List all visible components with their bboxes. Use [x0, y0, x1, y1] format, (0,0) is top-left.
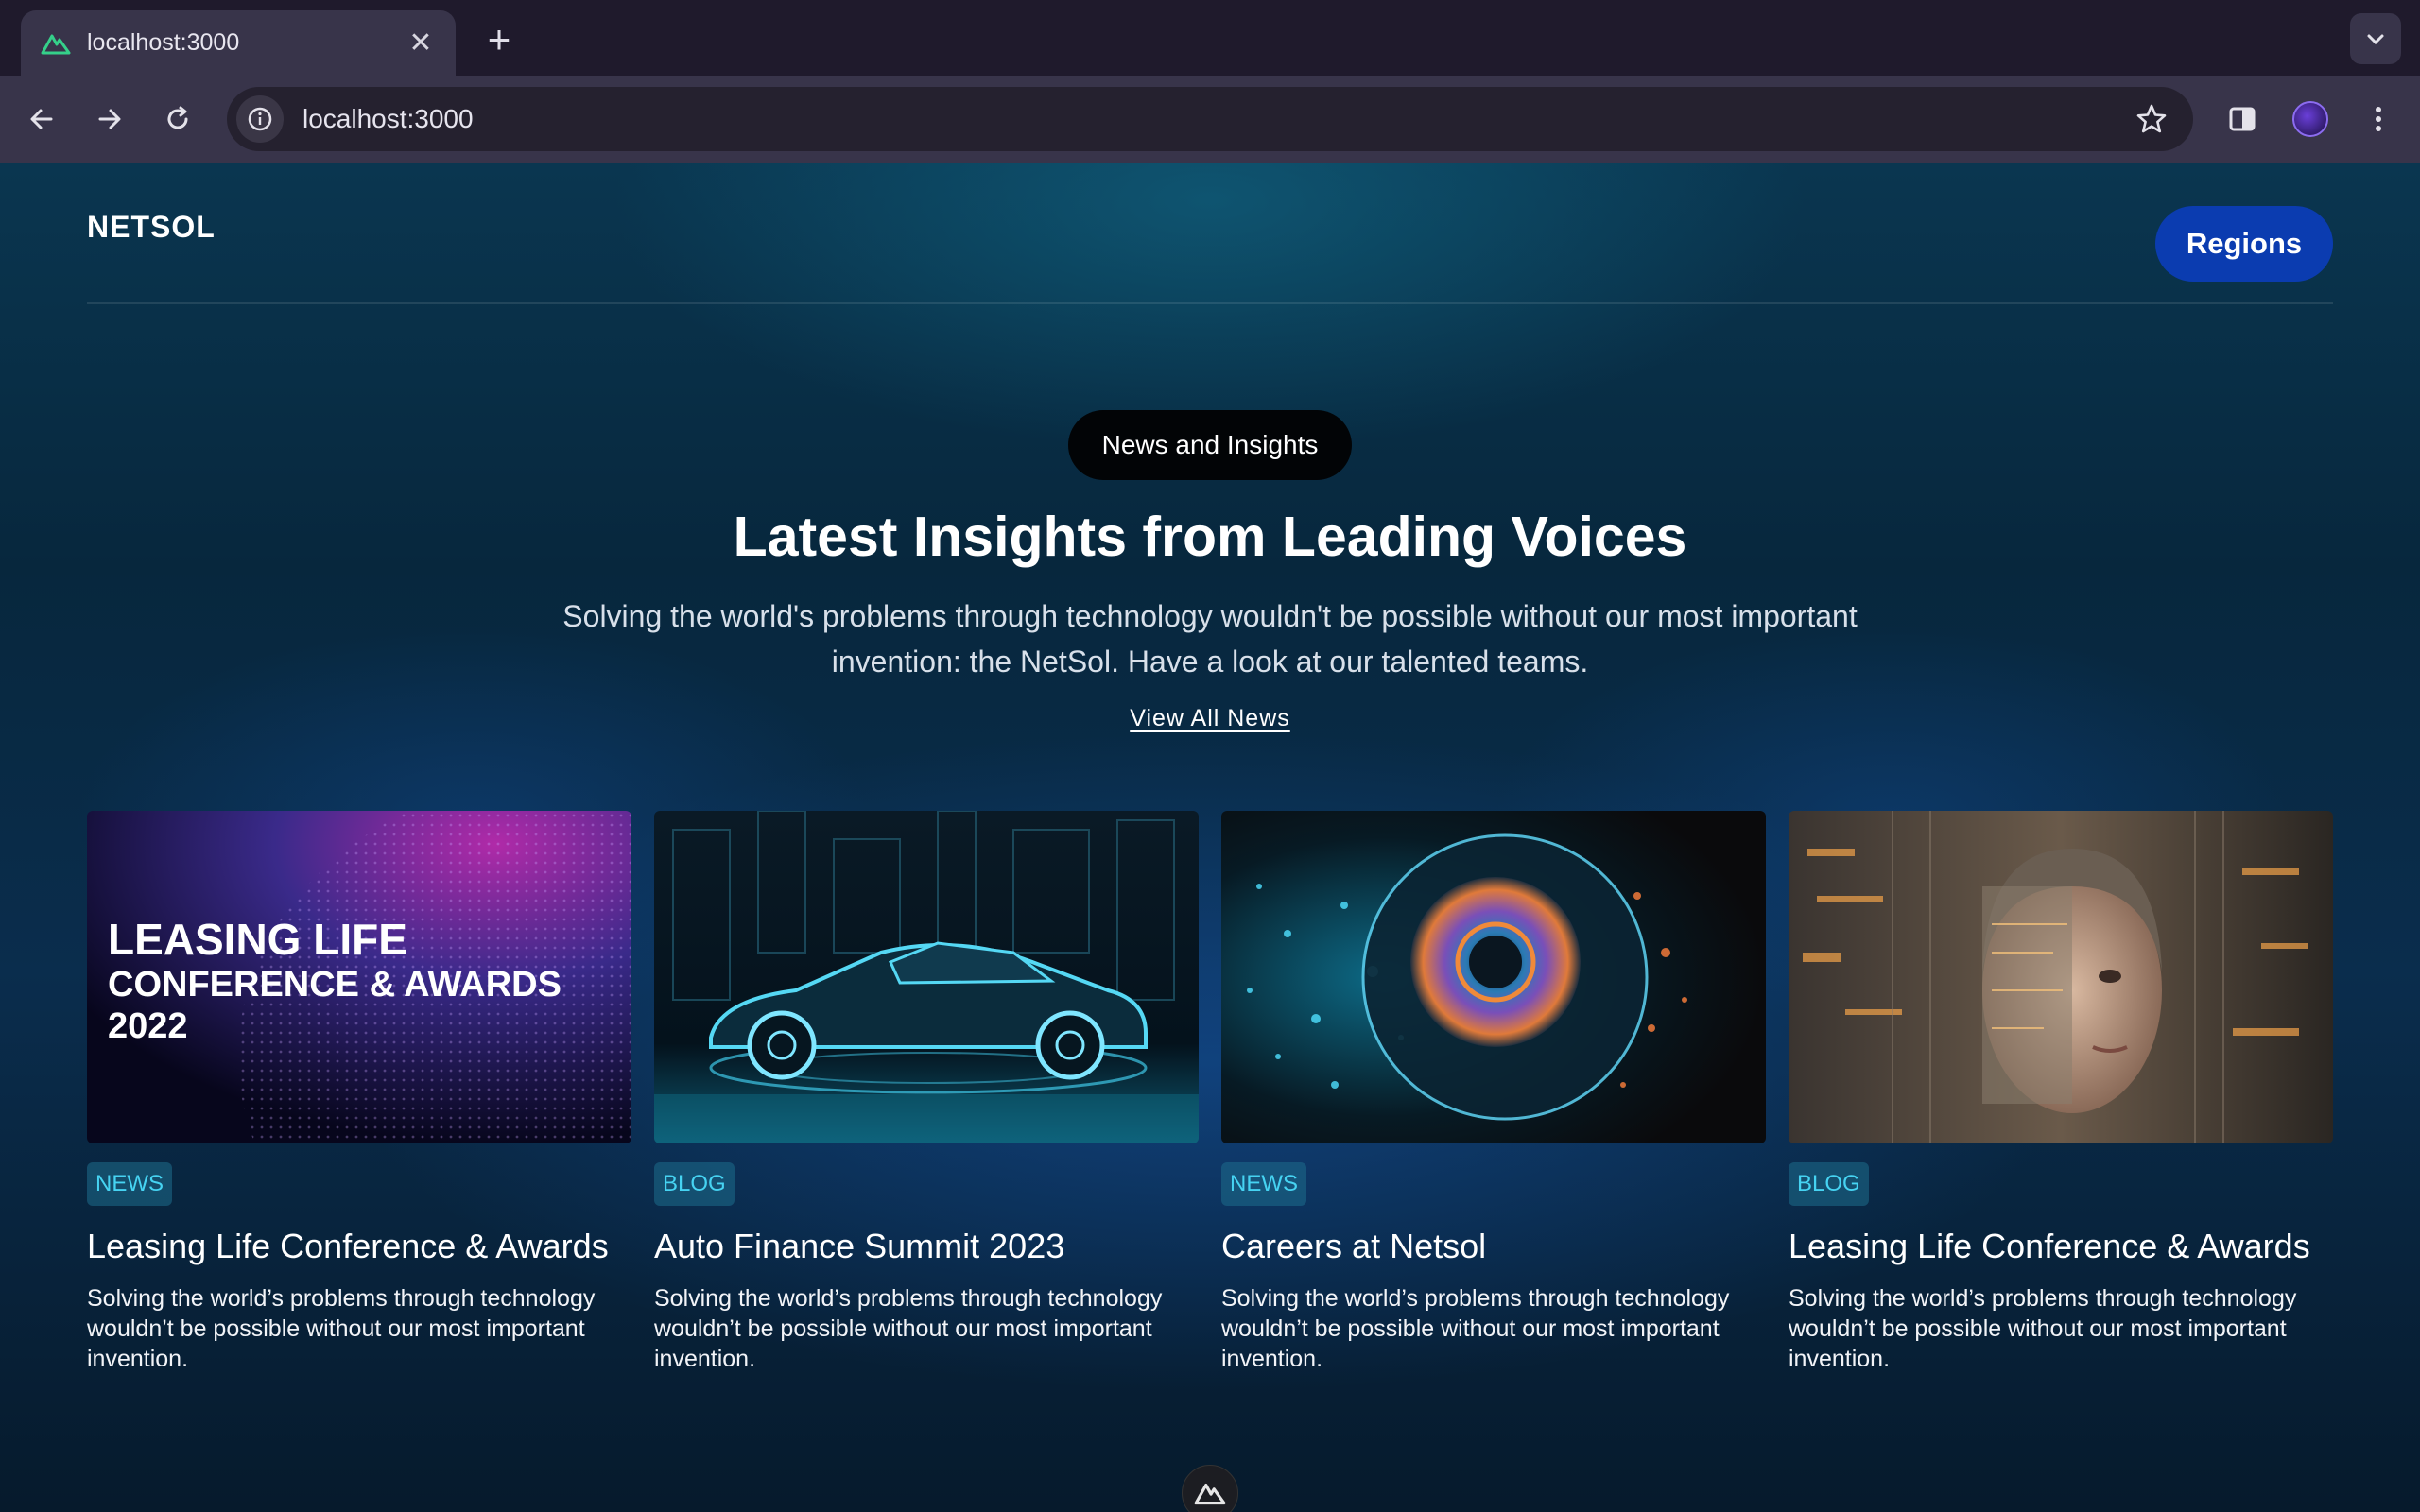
star-icon[interactable] — [2135, 102, 2169, 136]
card-description: Solving the world’s problems through tec… — [87, 1285, 596, 1372]
card-description: Solving the world’s problems through tec… — [1221, 1285, 1730, 1372]
news-card[interactable]: LEASING LIFE CONFERENCE & AWARDS 2022 NE… — [87, 811, 631, 1416]
card-badge: NEWS — [87, 1162, 172, 1206]
card-image-text: CONFERENCE & AWARDS — [108, 965, 562, 1005]
site-header: NETSOL Regions — [87, 163, 2333, 304]
back-arrow-icon[interactable] — [19, 96, 64, 142]
browser-tab[interactable]: localhost:3000 ✕ — [21, 10, 456, 76]
nuxt-devtools-button[interactable] — [1182, 1465, 1238, 1512]
section-subtext: Solving the world's problems through tec… — [562, 599, 1858, 679]
side-panel-icon[interactable] — [2220, 96, 2265, 142]
tab-title: localhost:3000 — [87, 29, 240, 56]
news-card[interactable]: BLOG Leasing Life Conference & Awards So… — [1789, 811, 2333, 1416]
card-description: Solving the world’s problems through tec… — [654, 1285, 1163, 1372]
card-title[interactable]: Leasing Life Conference & Awards — [1789, 1227, 2310, 1266]
site-logo[interactable]: NETSOL — [87, 210, 216, 245]
card-title[interactable]: Leasing Life Conference & Awards — [87, 1227, 609, 1266]
forward-arrow-icon[interactable] — [87, 96, 132, 142]
card-title[interactable]: Auto Finance Summit 2023 — [654, 1227, 1064, 1266]
chevron-down-icon — [2367, 34, 2384, 45]
kebab-menu-icon[interactable] — [2356, 96, 2401, 142]
nuxt-logo-icon — [41, 34, 71, 54]
browser-tab-strip: localhost:3000 ✕ + — [0, 0, 2420, 76]
card-title[interactable]: Careers at Netsol — [1221, 1227, 1486, 1266]
page-viewport: NETSOL Regions News and Insights Latest … — [0, 163, 2420, 1512]
url-text[interactable]: localhost:3000 — [302, 104, 2135, 134]
regions-button[interactable]: Regions — [2155, 206, 2333, 282]
news-card-grid: LEASING LIFE CONFERENCE & AWARDS 2022 NE… — [87, 811, 2333, 1416]
view-all-news-wrap: View All News — [0, 705, 2420, 732]
card-image-text: 2022 — [108, 1006, 188, 1046]
card-image[interactable] — [1789, 811, 2333, 1143]
card-image[interactable] — [1221, 811, 1766, 1143]
card-image-text: LEASING LIFE — [108, 915, 407, 964]
profile-avatar[interactable] — [2288, 96, 2333, 142]
card-badge: BLOG — [654, 1162, 735, 1206]
news-card[interactable]: BLOG Auto Finance Summit 2023 Solving th… — [654, 811, 1199, 1416]
card-description: Solving the world’s problems through tec… — [1789, 1285, 2297, 1372]
plus-icon[interactable]: + — [480, 17, 518, 62]
close-icon[interactable]: ✕ — [405, 26, 437, 60]
view-all-news-link[interactable]: View All News — [1130, 705, 1290, 731]
browser-toolbar: localhost:3000 — [0, 76, 2420, 163]
section-eyebrow: News and Insights — [1068, 410, 1352, 480]
site-info-icon[interactable] — [236, 95, 284, 143]
section-headline: Latest Insights from Leading Voices — [733, 506, 1687, 568]
tab-search-button[interactable] — [2350, 13, 2401, 64]
reload-icon[interactable] — [155, 96, 200, 142]
card-image[interactable]: LEASING LIFE CONFERENCE & AWARDS 2022 — [87, 811, 631, 1143]
nuxt-logo-icon — [1194, 1483, 1226, 1505]
card-badge: BLOG — [1789, 1162, 1869, 1206]
card-badge: NEWS — [1221, 1162, 1306, 1206]
address-bar[interactable]: localhost:3000 — [227, 87, 2193, 151]
card-image[interactable] — [654, 811, 1199, 1143]
news-card[interactable]: NEWS Careers at Netsol Solving the world… — [1221, 811, 1766, 1416]
